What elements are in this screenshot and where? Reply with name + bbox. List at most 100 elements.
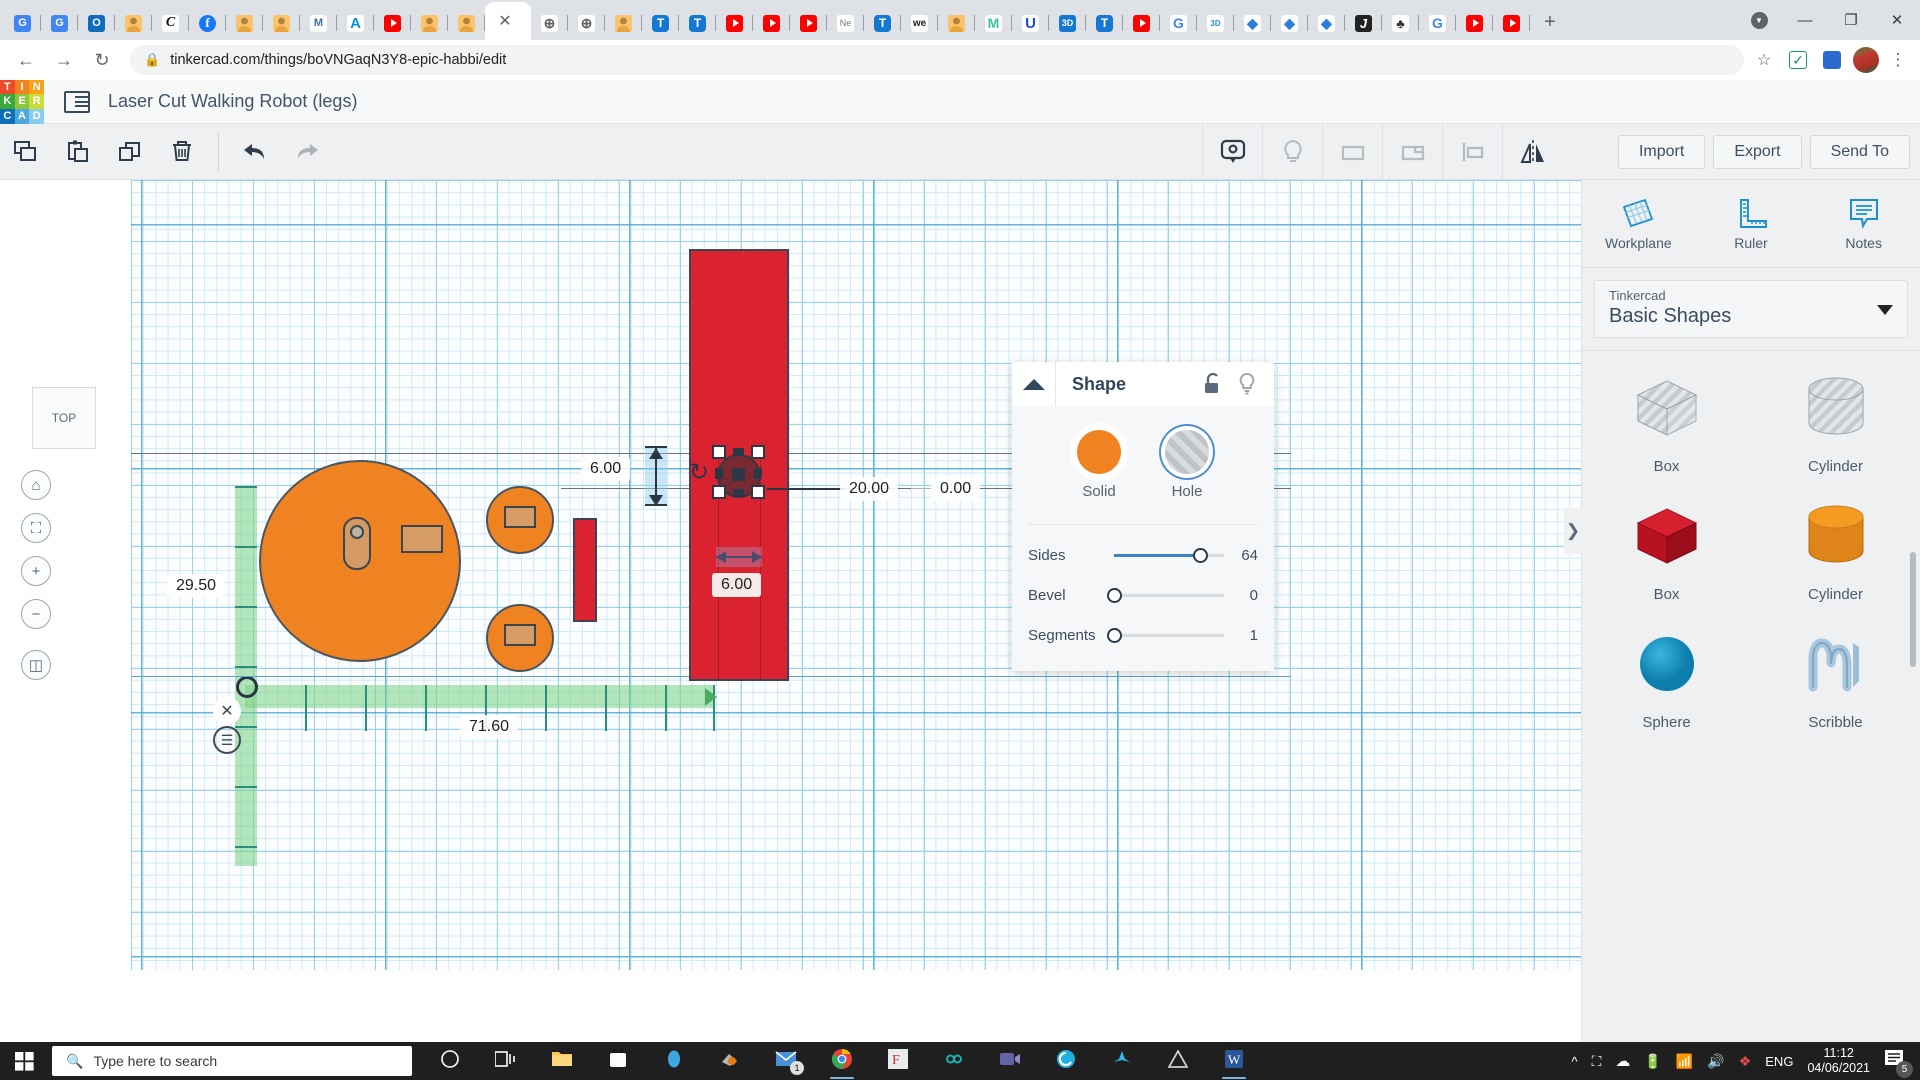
selection-handle-right[interactable]: [754, 468, 762, 479]
browser-tab[interactable]: T: [642, 6, 679, 40]
browser-tab[interactable]: [753, 6, 790, 40]
hole-mode-option[interactable]: Hole: [1165, 430, 1209, 500]
selection-handle-tl[interactable]: [712, 445, 726, 459]
bookmark-star-icon[interactable]: ☆: [1750, 46, 1778, 74]
slider-knob[interactable]: [1107, 588, 1122, 603]
browser-tab[interactable]: [1493, 6, 1530, 40]
shape-gallery-item[interactable]: Sphere: [1582, 615, 1751, 731]
tinkercad-logo[interactable]: TINKERCAD: [0, 80, 44, 124]
notification-center-icon[interactable]: 5: [1884, 1048, 1910, 1074]
selection-handle-left[interactable]: [715, 468, 723, 479]
browser-tab[interactable]: [411, 6, 448, 40]
selection-handle-top[interactable]: [733, 448, 744, 456]
param-slider[interactable]: [1114, 547, 1224, 563]
browser-tab[interactable]: ◆: [1234, 6, 1271, 40]
browser-tab[interactable]: [374, 6, 411, 40]
browser-tab[interactable]: [263, 6, 300, 40]
shape-hole-rect-1[interactable]: [401, 525, 443, 553]
extension-green-icon[interactable]: ✓: [1784, 46, 1812, 74]
paste-icon[interactable]: [56, 130, 100, 174]
browser-tab[interactable]: [226, 6, 263, 40]
taskbar-clock[interactable]: 11:12 04/06/2021: [1807, 1046, 1870, 1077]
close-tab-icon[interactable]: ✕: [498, 11, 511, 31]
selection-handle-br[interactable]: [751, 485, 765, 499]
dimension-ruler-y[interactable]: 29.50: [167, 574, 225, 598]
chrome-menu-icon[interactable]: ⋮: [1886, 46, 1910, 74]
solid-swatch[interactable]: [1077, 430, 1121, 474]
browser-tab[interactable]: ⊕: [531, 6, 568, 40]
panel-scrollbar[interactable]: [1910, 552, 1916, 667]
browser-tab[interactable]: ⊕: [568, 6, 605, 40]
profile-avatar[interactable]: [1852, 46, 1880, 74]
browser-tab[interactable]: O: [78, 6, 115, 40]
ruler-origin-handle[interactable]: [236, 676, 258, 698]
dropbox-icon[interactable]: ❖: [1739, 1053, 1752, 1070]
rotate-handle-icon[interactable]: ↻: [689, 458, 713, 494]
browser-tab[interactable]: [1123, 6, 1160, 40]
browser-tab[interactable]: A: [337, 6, 374, 40]
browser-tab[interactable]: ◆: [1271, 6, 1308, 40]
solid-mode-option[interactable]: Solid: [1077, 430, 1121, 500]
dimension-width-label[interactable]: 6.00: [712, 573, 761, 597]
param-slider[interactable]: [1114, 627, 1224, 643]
taskbar-app-mail[interactable]: 1: [758, 1042, 814, 1080]
taskbar-app-file-explorer[interactable]: [534, 1042, 590, 1080]
browser-tab[interactable]: C: [152, 6, 189, 40]
browser-tab[interactable]: [938, 6, 975, 40]
browser-tab-active[interactable]: ✕: [485, 2, 531, 40]
close-button[interactable]: ✕: [1874, 4, 1920, 36]
slider-knob[interactable]: [1107, 628, 1122, 643]
ruler-tool[interactable]: Ruler: [1695, 180, 1808, 267]
shape-gallery-item[interactable]: Cylinder: [1751, 359, 1920, 475]
browser-tab[interactable]: we: [901, 6, 938, 40]
ruler-menu-icon[interactable]: ☰: [213, 726, 241, 754]
language-indicator[interactable]: ENG: [1765, 1054, 1793, 1069]
browser-tab[interactable]: T: [679, 6, 716, 40]
camera-icon[interactable]: ⛶: [1592, 1053, 1602, 1070]
undo-icon[interactable]: [233, 130, 277, 174]
panel-collapse-toggle[interactable]: ❯: [1564, 508, 1582, 554]
dimension-height-label[interactable]: 6.00: [581, 457, 630, 481]
chevron-down-icon[interactable]: [1877, 305, 1893, 315]
taskbar-app-arduino[interactable]: [926, 1042, 982, 1080]
browser-tab[interactable]: [716, 6, 753, 40]
zoom-out-icon[interactable]: −: [21, 599, 51, 629]
shape-hole-rect-3[interactable]: [504, 624, 536, 646]
taskbar-app-flight[interactable]: [1094, 1042, 1150, 1080]
browser-tab[interactable]: [448, 6, 485, 40]
taskbar-app-cortana[interactable]: [422, 1042, 478, 1080]
back-button[interactable]: ←: [10, 44, 42, 76]
browser-tab[interactable]: 3D: [1197, 6, 1234, 40]
delete-icon[interactable]: [160, 130, 204, 174]
duplicate-icon[interactable]: [108, 130, 152, 174]
volume-icon[interactable]: 🔊: [1707, 1053, 1724, 1070]
browser-tab[interactable]: Ne: [827, 6, 864, 40]
minimize-button[interactable]: —: [1782, 4, 1828, 36]
browser-tab[interactable]: [790, 6, 827, 40]
selection-handle-bl[interactable]: [712, 485, 726, 499]
shape-gallery-item[interactable]: Box: [1582, 359, 1751, 475]
new-tab-button[interactable]: +: [1536, 8, 1564, 36]
param-slider[interactable]: [1114, 587, 1224, 603]
start-button[interactable]: [0, 1042, 48, 1080]
tab-search-icon[interactable]: ▼: [1736, 4, 1782, 36]
fit-view-icon[interactable]: ⛶: [21, 513, 51, 543]
shape-library-selector[interactable]: Tinkercad Basic Shapes: [1594, 280, 1908, 338]
zoom-in-icon[interactable]: +: [21, 556, 51, 586]
export-button[interactable]: Export: [1713, 135, 1801, 169]
forward-button[interactable]: →: [48, 44, 80, 76]
dimension-offset-0[interactable]: 0.00: [931, 477, 980, 501]
wifi-icon[interactable]: 📶: [1676, 1053, 1693, 1070]
shape-hole-rect-2[interactable]: [504, 506, 536, 528]
browser-tab[interactable]: ♣: [1382, 6, 1419, 40]
copy-icon[interactable]: [4, 130, 48, 174]
browser-tab[interactable]: [605, 6, 642, 40]
url-bar[interactable]: 🔒 tinkercad.com/things/boVNGaqN3Y8-epic-…: [130, 45, 1744, 75]
taskbar-search[interactable]: 🔍 Type here to search: [52, 1046, 412, 1076]
selection-handle-tr[interactable]: [751, 445, 765, 459]
unlock-icon[interactable]: [1196, 373, 1230, 395]
extension-blue-icon[interactable]: [1818, 46, 1846, 74]
slider-knob[interactable]: [1193, 548, 1208, 563]
design-canvas[interactable]: ✕ ☰ ↻: [131, 180, 1581, 970]
design-list-icon[interactable]: [64, 91, 90, 113]
